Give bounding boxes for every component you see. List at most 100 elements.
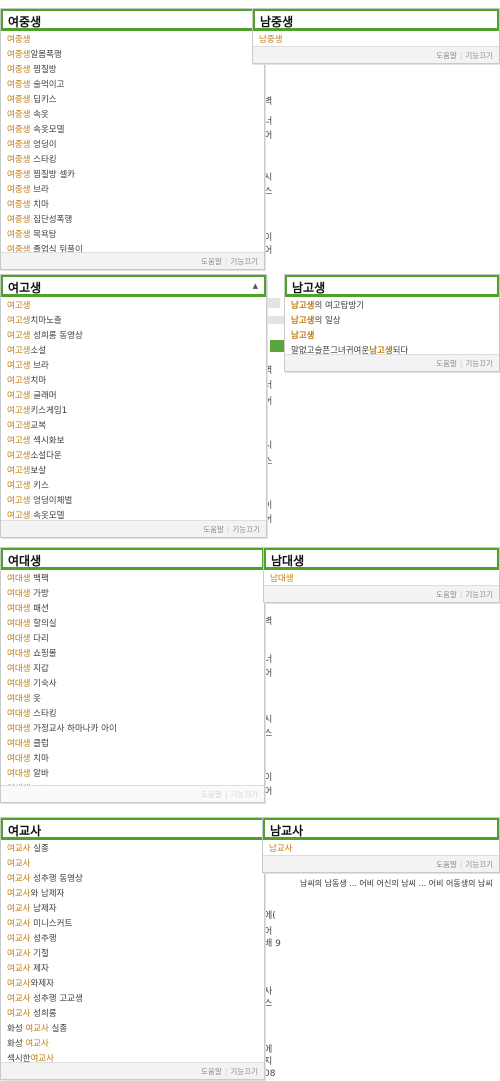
search-box[interactable]: ▲ [1, 275, 266, 297]
search-box[interactable] [263, 818, 499, 840]
suggestion-item[interactable]: 여대생 가정교사 하마나카 아이 [1, 722, 264, 737]
suggestion-item[interactable]: 여고생 키스 [1, 479, 266, 494]
suggestion-item[interactable]: 여교사 기절 [1, 947, 264, 962]
suggestion-item[interactable]: 여중생알몸폭행 [1, 48, 264, 63]
suggestion-item[interactable]: 여대생 다리 [1, 632, 264, 647]
disable-feature-link[interactable]: 기능끄기 [230, 1067, 258, 1076]
suggestion-item[interactable]: 여고생보살 [1, 464, 266, 479]
suggestion-item[interactable]: 여고생키스게임1 [1, 404, 266, 419]
search-input[interactable] [287, 279, 471, 296]
disable-feature-link[interactable]: 기능끄기 [230, 257, 258, 266]
search-box[interactable] [1, 9, 264, 31]
suggestion-item[interactable]: 여교사 미니스커트 [1, 917, 264, 932]
search-input[interactable] [265, 822, 468, 839]
search-box[interactable] [253, 9, 499, 31]
suggestion-item[interactable]: 여교사 제자 [1, 962, 264, 977]
disable-feature-link[interactable]: 기능끄기 [465, 359, 493, 368]
collapse-arrow-icon[interactable]: ▲ [253, 282, 258, 290]
suggestion-item[interactable]: 남고생 [285, 329, 499, 344]
suggestion-match: 여중생 [7, 230, 31, 240]
suggestion-item[interactable]: 여대생 가방 [1, 587, 264, 602]
search-input[interactable] [266, 552, 468, 569]
help-link[interactable]: 도움말 [203, 525, 224, 534]
footer-separator: | [224, 790, 228, 799]
suggestion-item[interactable]: 여교사와제자 [1, 977, 264, 992]
suggestion-item[interactable]: 여대생 클럽 [1, 737, 264, 752]
help-link[interactable]: 도움말 [201, 790, 222, 799]
help-link[interactable]: 도움말 [436, 860, 457, 869]
suggestion-item[interactable]: 여고생치마 [1, 374, 266, 389]
help-link[interactable]: 도움말 [436, 590, 457, 599]
suggestion-item[interactable]: 여중생 [1, 33, 264, 48]
suggestion-match: 여교사 [7, 934, 31, 944]
suggestion-item[interactable]: 화성 여교사 [1, 1037, 264, 1052]
suggestion-item[interactable]: 여중생 속옷모델 [1, 123, 264, 138]
suggestion-item[interactable]: 여고생 글래머 [1, 389, 266, 404]
suggestion-item[interactable]: 여중생 브라 [1, 183, 264, 198]
help-link[interactable]: 도움말 [201, 257, 222, 266]
suggestion-item[interactable]: 여중생 속옷 [1, 108, 264, 123]
suggestion-item[interactable]: 여교사 성추행 고교생 [1, 992, 264, 1007]
suggestion-item[interactable]: 여고생 성희롱 동영상 [1, 329, 266, 344]
suggestion-match: 남고생 [291, 316, 315, 326]
disable-feature-link[interactable]: 기능끄기 [465, 860, 493, 869]
suggestion-item[interactable]: 여중생 엉덩이 [1, 138, 264, 153]
suggestion-item[interactable]: 여대생 스타킹 [1, 707, 264, 722]
suggestion-item[interactable]: 여대생 백팩 [1, 572, 264, 587]
search-input[interactable] [3, 822, 229, 839]
help-link[interactable]: 도움말 [201, 1067, 222, 1076]
suggestion-item[interactable]: 여대생 지갑 [1, 662, 264, 677]
suggestion-item[interactable]: 여대생 쇼핑몰 [1, 647, 264, 662]
search-box[interactable] [264, 548, 499, 570]
suggestion-item[interactable]: 화성 여교사 실종 [1, 1022, 264, 1037]
disable-feature-link[interactable]: 기능끄기 [230, 790, 258, 799]
suggestion-item[interactable]: 여교사 성추행 동영상 [1, 872, 264, 887]
suggestion-item[interactable]: 여고생 [1, 299, 266, 314]
suggestion-item[interactable]: 여대생 치마 [1, 752, 264, 767]
help-link[interactable]: 도움말 [436, 51, 457, 60]
suggestion-item[interactable]: 여중생 목욕탕 [1, 228, 264, 243]
search-box[interactable] [285, 275, 499, 297]
suggestion-item[interactable]: 여대생 옷 [1, 692, 264, 707]
suggestion-item[interactable]: 여중생 스타킹 [1, 153, 264, 168]
suggestion-item[interactable]: 여고생치마노출 [1, 314, 266, 329]
search-box[interactable] [1, 818, 264, 840]
suggestion-item[interactable]: 여교사와 남제자 [1, 887, 264, 902]
suggestion-item[interactable]: 여고생교복 [1, 419, 266, 434]
suggestion-item[interactable]: 남고생의 일상 [285, 314, 499, 329]
disable-feature-link[interactable]: 기능끄기 [465, 590, 493, 599]
disable-feature-link[interactable]: 기능끄기 [465, 51, 493, 60]
search-input[interactable] [3, 13, 229, 30]
search-box[interactable] [1, 548, 264, 570]
search-input[interactable] [255, 13, 466, 30]
background-fragment: 스 [264, 729, 273, 739]
footer-separator: | [224, 1067, 228, 1076]
suggestion-item[interactable]: 여교사 실종 [1, 842, 264, 857]
disable-feature-link[interactable]: 기능끄기 [232, 525, 260, 534]
suggestion-item[interactable]: 여중생 술먹이고 [1, 78, 264, 93]
suggestion-item[interactable]: 여교사 남제자 [1, 902, 264, 917]
suggestion-item[interactable]: 여교사 성희롱 [1, 1007, 264, 1022]
suggestion-item[interactable]: 여대생 알바 [1, 767, 264, 782]
suggestion-item[interactable]: 여대생 기숙사 [1, 677, 264, 692]
suggestion-item[interactable]: 여중생 찜질방 셀카 [1, 168, 264, 183]
suggestion-item[interactable]: 여대생 할의실 [1, 617, 264, 632]
suggestion-item[interactable]: 여중생 치마 [1, 198, 264, 213]
search-input[interactable] [3, 552, 229, 569]
suggestion-item[interactable]: 여고생소설 [1, 344, 266, 359]
suggestion-item[interactable]: 여중생 찜질방 [1, 63, 264, 78]
suggestion-item[interactable]: 남고생의 여고탐방기 [285, 299, 499, 314]
suggestion-item[interactable]: 여고생 섹시화보 [1, 434, 266, 449]
search-input[interactable] [3, 279, 230, 296]
suggestion-item[interactable]: 여중생 집단성폭행 [1, 213, 264, 228]
suggestion-item[interactable]: 여교사 성추행 [1, 932, 264, 947]
suggestion-item[interactable]: 여고생소설다운 [1, 449, 266, 464]
dropdown-footer: 도움말 | 기능끄기 [1, 785, 264, 802]
suggestion-item[interactable]: 여고생 엉덩이체벌 [1, 494, 266, 509]
suggestion-item[interactable]: 여교사 [1, 857, 264, 872]
suggestion-item[interactable]: 여대생 패션 [1, 602, 264, 617]
suggestion-item[interactable]: 여중생 딥키스 [1, 93, 264, 108]
suggestion-item[interactable]: 여고생 브라 [1, 359, 266, 374]
suggestion-rest: 엉덩이 [30, 140, 57, 150]
help-link[interactable]: 도움말 [436, 359, 457, 368]
